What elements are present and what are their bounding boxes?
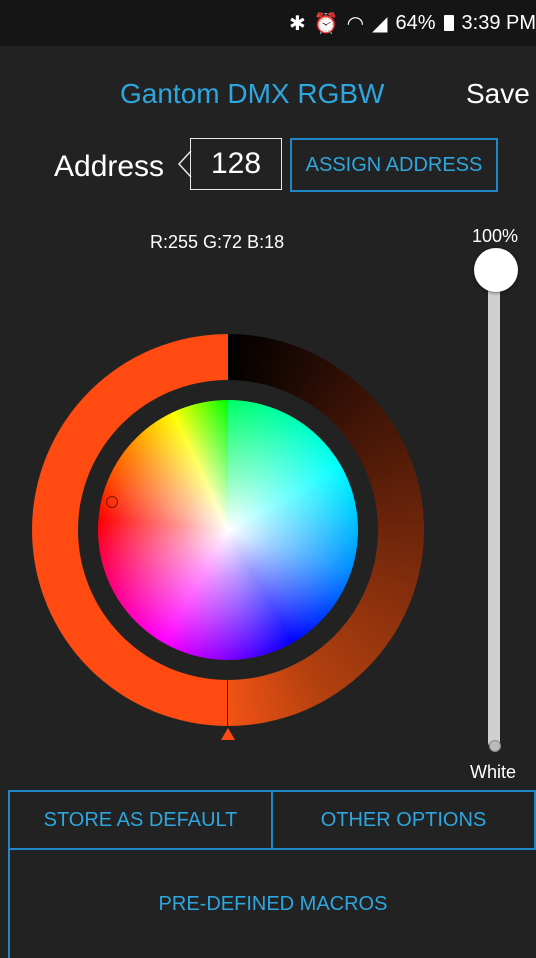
ring-pointer-line <box>227 680 228 726</box>
alarm-icon: ⏰ <box>313 12 339 35</box>
other-options-button[interactable]: OTHER OPTIONS <box>273 792 534 848</box>
clock: 3:39 PM <box>461 11 536 34</box>
address-input[interactable]: 128 <box>190 138 282 190</box>
ring-pointer-icon[interactable] <box>221 728 235 740</box>
color-picker-handle[interactable] <box>106 496 118 508</box>
assign-address-button[interactable]: ASSIGN ADDRESS <box>290 138 498 192</box>
address-label: Address <box>54 150 165 183</box>
store-default-button[interactable]: STORE AS DEFAULT <box>10 792 271 848</box>
brightness-percent: 100% <box>472 226 519 246</box>
save-button[interactable]: Save <box>466 78 530 110</box>
bluetooth-icon: ✱ <box>288 12 306 35</box>
white-label: White <box>470 762 517 782</box>
rgb-readout: R:255 G:72 B:18 <box>150 232 285 252</box>
battery-percent: 64% <box>395 11 436 34</box>
white-slider-knob[interactable] <box>474 248 518 292</box>
predefined-macros-button[interactable]: PRE-DEFINED MACROS <box>8 850 536 958</box>
color-wheel[interactable] <box>98 400 358 660</box>
wifi-icon: ◠ <box>346 12 365 35</box>
app-title: Gantom DMX RGBW <box>120 78 385 109</box>
signal-icon: ◢ <box>372 12 388 35</box>
bottom-button-row: STORE AS DEFAULT OTHER OPTIONS <box>8 790 536 850</box>
white-slider-track[interactable] <box>488 268 500 748</box>
slider-end-marker <box>489 740 501 752</box>
status-icons: ✱ ⏰ ◠ ◢ 64% 3:39 PM <box>289 8 536 38</box>
battery-icon <box>443 15 454 31</box>
